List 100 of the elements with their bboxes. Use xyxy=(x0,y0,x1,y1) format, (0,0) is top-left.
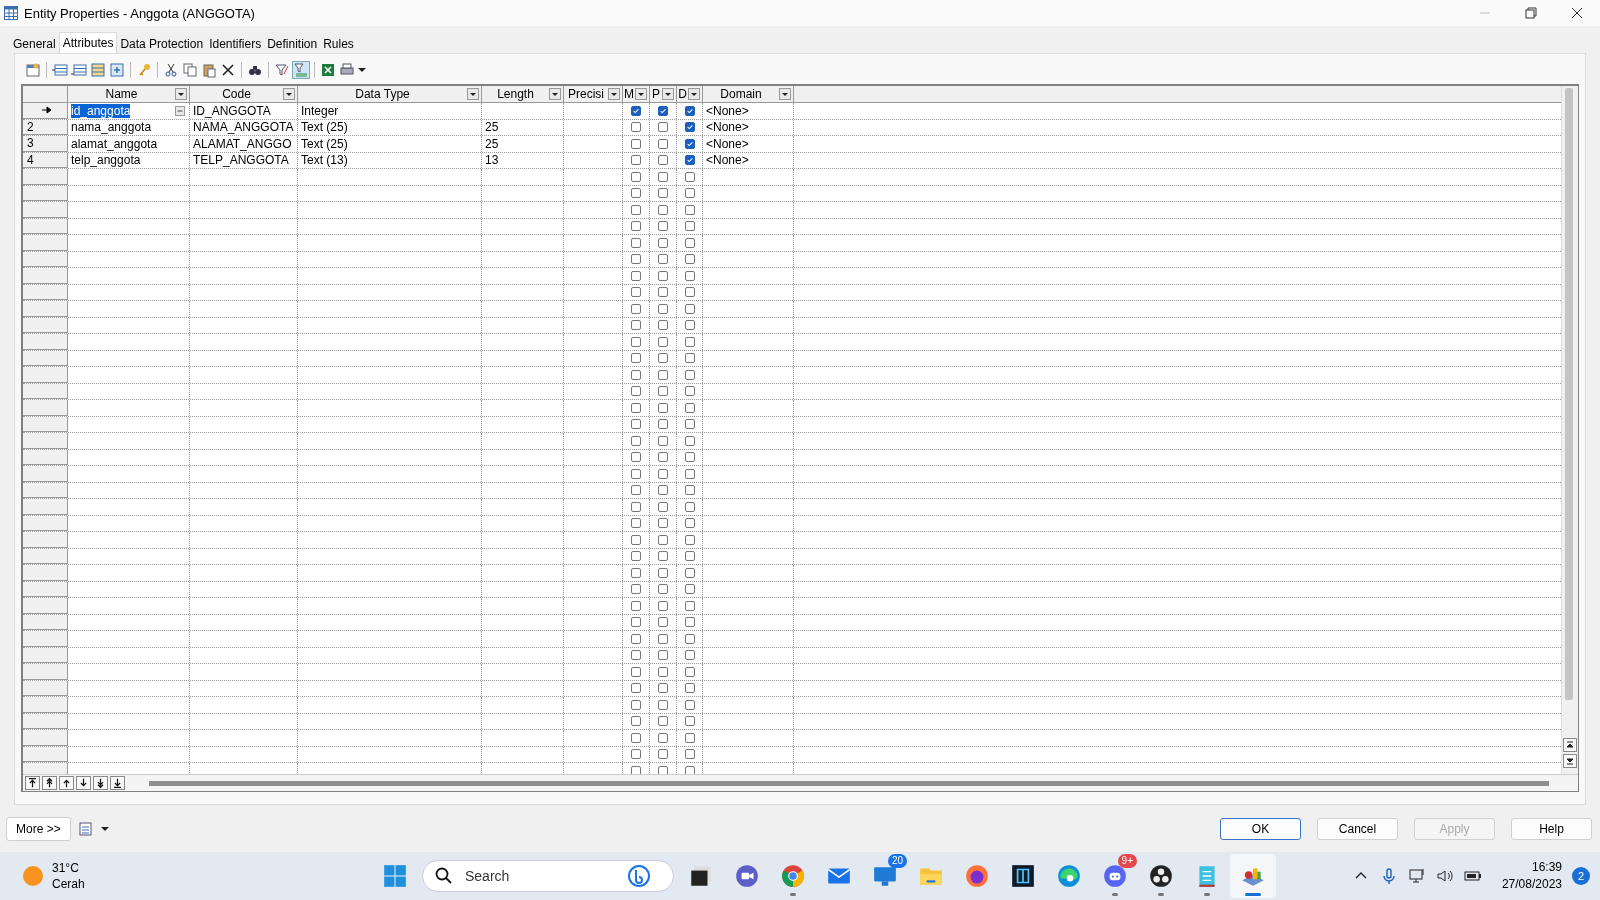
checkbox[interactable] xyxy=(684,171,695,182)
print-icon[interactable] xyxy=(339,62,355,78)
checkbox[interactable] xyxy=(631,105,641,116)
scroll-down-button[interactable] xyxy=(1563,754,1577,768)
checkbox[interactable] xyxy=(684,617,695,628)
scrollbar-thumb[interactable] xyxy=(1565,88,1573,700)
checkbox[interactable] xyxy=(658,105,668,116)
checkbox[interactable] xyxy=(684,138,695,149)
checkbox[interactable] xyxy=(684,336,695,347)
checkbox[interactable] xyxy=(684,303,695,314)
column-header[interactable]: Code xyxy=(190,87,283,101)
checkbox[interactable] xyxy=(658,171,668,182)
scrollbar-thumb[interactable] xyxy=(149,780,1549,786)
move-up-button[interactable] xyxy=(59,776,74,790)
dialog-button[interactable]: OK xyxy=(1220,817,1301,840)
tab[interactable]: Identifiers xyxy=(206,35,265,53)
checkbox[interactable] xyxy=(658,716,668,727)
checkbox[interactable] xyxy=(631,699,641,710)
add-attributes-icon[interactable] xyxy=(90,62,106,78)
column-header[interactable]: D xyxy=(677,87,688,101)
caret-icon[interactable] xyxy=(100,824,109,833)
checkbox[interactable] xyxy=(658,155,668,166)
checkbox[interactable] xyxy=(658,468,668,479)
checkbox[interactable] xyxy=(684,551,695,562)
taskbar-button[interactable]: 20 xyxy=(862,854,908,898)
checkbox[interactable] xyxy=(658,633,668,644)
move-top-button[interactable] xyxy=(25,776,40,790)
checkbox[interactable] xyxy=(631,765,641,774)
checkbox[interactable] xyxy=(631,270,641,281)
checkbox[interactable] xyxy=(684,666,695,677)
checkbox[interactable] xyxy=(631,683,641,694)
checkbox[interactable] xyxy=(631,485,641,496)
checkbox[interactable] xyxy=(658,666,668,677)
dropdown-button[interactable] xyxy=(688,88,700,100)
checkbox[interactable] xyxy=(684,501,695,512)
search-bar[interactable]: Search xyxy=(422,860,674,892)
checkbox[interactable] xyxy=(631,303,641,314)
checkbox[interactable] xyxy=(658,567,668,578)
dropdown-button[interactable] xyxy=(467,88,479,100)
taskbar-button[interactable]: 9+ xyxy=(1092,854,1138,898)
paste-icon[interactable] xyxy=(201,62,217,78)
checkbox[interactable] xyxy=(631,369,641,380)
checkbox[interactable] xyxy=(658,765,668,774)
add-row-icon[interactable] xyxy=(71,62,87,78)
task-view-icon[interactable] xyxy=(688,863,714,889)
checkbox[interactable] xyxy=(631,122,641,133)
column-header[interactable]: Length xyxy=(482,87,549,101)
checkbox[interactable] xyxy=(658,336,668,347)
checkbox[interactable] xyxy=(631,221,641,232)
checkbox[interactable] xyxy=(684,221,695,232)
checkbox[interactable] xyxy=(684,204,695,215)
search-field[interactable]: Search xyxy=(463,867,617,885)
checkbox[interactable] xyxy=(658,204,668,215)
checkbox[interactable] xyxy=(631,138,641,149)
checkbox[interactable] xyxy=(631,320,641,331)
copy-icon[interactable] xyxy=(182,62,198,78)
row-header[interactable]: 2 xyxy=(23,119,68,135)
move-down-button[interactable] xyxy=(76,776,91,790)
checkbox[interactable] xyxy=(658,419,668,430)
column-header[interactable]: Precisi xyxy=(564,87,608,101)
checkbox[interactable] xyxy=(631,633,641,644)
start-icon[interactable] xyxy=(382,863,408,889)
checkbox[interactable] xyxy=(684,468,695,479)
checkbox[interactable] xyxy=(631,204,641,215)
checkbox[interactable] xyxy=(684,534,695,545)
checkbox[interactable] xyxy=(658,551,668,562)
checkbox[interactable] xyxy=(684,518,695,529)
checkbox[interactable] xyxy=(684,485,695,496)
checkbox[interactable] xyxy=(684,716,695,727)
checkbox[interactable] xyxy=(684,386,695,397)
checkbox[interactable] xyxy=(684,254,695,265)
checkbox[interactable] xyxy=(658,353,668,364)
checkbox[interactable] xyxy=(658,221,668,232)
checkbox[interactable] xyxy=(658,303,668,314)
checkbox[interactable] xyxy=(631,353,641,364)
row-header[interactable] xyxy=(23,103,68,119)
column-header[interactable]: M xyxy=(623,87,635,101)
app-icon[interactable] xyxy=(1010,863,1036,889)
checkbox[interactable] xyxy=(658,122,668,133)
checkbox[interactable] xyxy=(658,501,668,512)
checkbox[interactable] xyxy=(631,419,641,430)
filter-list-icon[interactable] xyxy=(293,62,309,78)
checkbox[interactable] xyxy=(658,617,668,628)
checkbox[interactable] xyxy=(658,650,668,661)
discord-icon[interactable] xyxy=(1102,863,1128,889)
checkbox[interactable] xyxy=(684,105,695,116)
report-icon[interactable] xyxy=(78,821,93,836)
checkbox[interactable] xyxy=(684,369,695,380)
checkbox[interactable] xyxy=(631,567,641,578)
checkbox[interactable] xyxy=(684,320,695,331)
checkbox[interactable] xyxy=(631,518,641,529)
checkbox[interactable] xyxy=(631,155,641,166)
checkbox[interactable] xyxy=(684,732,695,743)
firefox-icon[interactable] xyxy=(964,863,990,889)
checkbox[interactable] xyxy=(684,419,695,430)
checkbox[interactable] xyxy=(684,699,695,710)
checkbox[interactable] xyxy=(658,237,668,248)
checkbox[interactable] xyxy=(658,518,668,529)
checkbox[interactable] xyxy=(658,287,668,298)
cut-icon[interactable] xyxy=(163,62,179,78)
